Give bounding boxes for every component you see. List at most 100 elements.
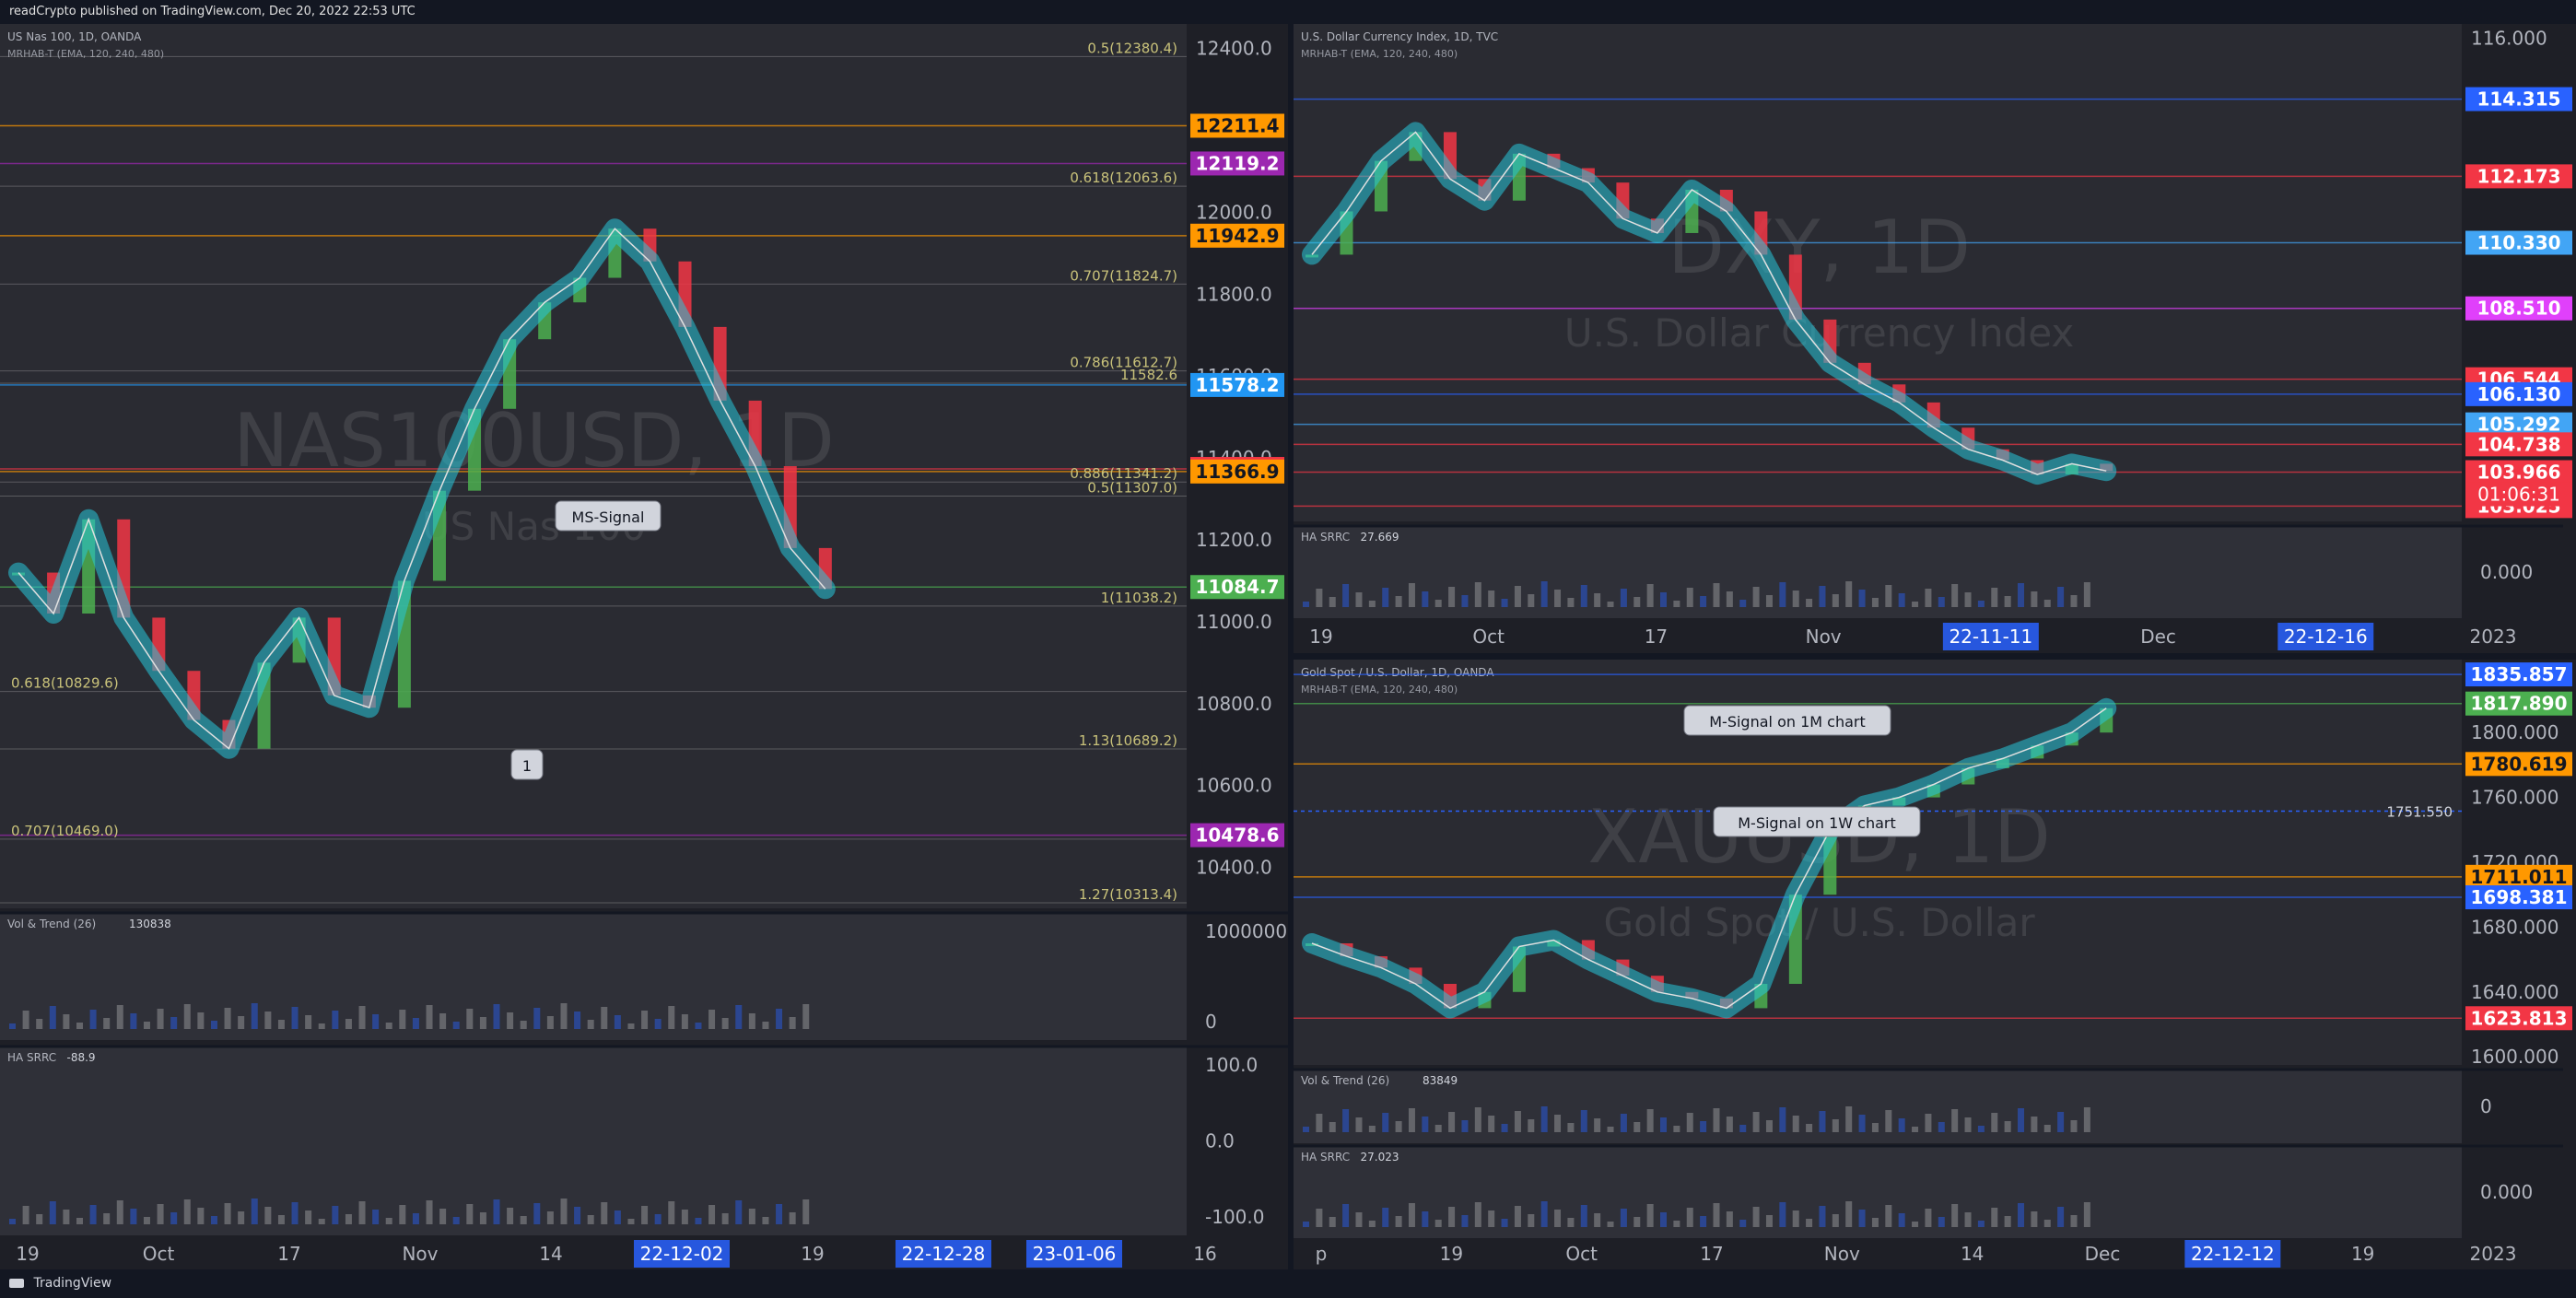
histogram-bar (1912, 1127, 1919, 1132)
price-tag-label: 105.292 (2476, 414, 2560, 436)
histogram-bar (1977, 1221, 1985, 1227)
histogram-bar (1303, 1127, 1309, 1132)
histogram-bar (641, 1011, 649, 1029)
y-tick-label: 1760.000 (2471, 787, 2558, 809)
histogram-bar (1858, 590, 1866, 607)
histogram-bar (345, 1019, 352, 1029)
histogram-bar (681, 1210, 688, 1224)
histogram-bar (776, 1009, 783, 1029)
y-tick-label: 11800.0 (1196, 283, 1272, 305)
histogram-bar (1752, 1207, 1760, 1227)
histogram-bar (1912, 602, 1919, 607)
y-tick-label: 11000.0 (1196, 611, 1272, 633)
histogram-bar (1303, 602, 1309, 607)
histogram-bar (1686, 588, 1693, 607)
histogram-bar (1382, 1208, 1389, 1227)
footer-brand: TradingView (33, 1276, 112, 1291)
histogram-bar (224, 1008, 231, 1029)
histogram-bar (1554, 590, 1562, 607)
histogram-bar (1845, 1201, 1853, 1227)
histogram-bar (1792, 1116, 1799, 1132)
histogram-bar (802, 1199, 810, 1224)
histogram-bar (210, 1021, 217, 1029)
tradingview-logo-icon (9, 1279, 24, 1288)
histogram-bar (332, 1011, 339, 1029)
histogram-bar (2043, 1125, 2051, 1132)
histogram-bar (1567, 1218, 1575, 1227)
histogram-bar (493, 1004, 500, 1029)
histogram-bar (2070, 1215, 2078, 1227)
histogram-bar (614, 1015, 621, 1029)
histogram-bar (2057, 1112, 2065, 1132)
price-tag-label: 1623.813 (2470, 1007, 2567, 1029)
histogram-bar (1792, 1210, 1799, 1227)
symbol-watermark-sub: Gold Spot / U.S. Dollar (1604, 900, 2036, 945)
histogram-bar (36, 1019, 43, 1029)
price-tag-label: 1835.857 (2470, 663, 2567, 685)
histogram-bar (238, 1016, 245, 1029)
indicator-label: MRHAB-T (EMA, 120, 240, 480) (7, 48, 164, 60)
fib-level-label: 1.27(10313.4) (1079, 886, 1177, 903)
histogram-bar (1395, 1216, 1402, 1227)
x-tick-label: 17 (1700, 1243, 1723, 1265)
histogram-bar (1871, 598, 1879, 607)
histogram-bar (2018, 583, 2025, 607)
histogram-bar (1925, 589, 1932, 607)
x-tick-label: p (1316, 1243, 1328, 1265)
histogram-bar (439, 1209, 447, 1224)
histogram-bar (1752, 587, 1760, 607)
sub-panel-name: Vol & Trend (26) (7, 918, 96, 930)
histogram-bar (1660, 1212, 1668, 1227)
histogram-bar (1700, 1121, 1707, 1132)
histogram-bar (1554, 1115, 1562, 1132)
histogram-bar (654, 1019, 662, 1029)
histogram-bar (1925, 1114, 1932, 1132)
histogram-bar (183, 1199, 191, 1224)
histogram-bar (735, 1200, 743, 1224)
histogram-bar (345, 1214, 352, 1224)
histogram-bar (479, 1017, 486, 1029)
histogram-bar (2018, 1108, 2025, 1132)
histogram-bar (1422, 591, 1429, 607)
histogram-bar (1528, 594, 1535, 607)
histogram-bar (1885, 1110, 1892, 1132)
histogram-bar (1925, 1209, 1932, 1227)
histogram-bar (439, 1013, 447, 1029)
price-tag-label: 106.130 (2476, 383, 2560, 405)
histogram-bar (1858, 1115, 1866, 1132)
price-tag-label: 10478.6 (1195, 824, 1279, 847)
y-tick-label: 10400.0 (1196, 857, 1272, 879)
histogram-bar (36, 1214, 43, 1224)
histogram-bar (1501, 599, 1508, 607)
histogram-bar (412, 1018, 419, 1029)
histogram-bar (130, 1013, 137, 1029)
histogram-bar (399, 1010, 406, 1029)
histogram-bar (2043, 1220, 2051, 1227)
histogram-bar (721, 1213, 729, 1224)
histogram-bar (130, 1209, 137, 1224)
price-tag-label: 11366.9 (1195, 461, 1279, 483)
sub-y-tick-label: 0.000 (2480, 561, 2533, 583)
histogram-bar (277, 1215, 285, 1224)
panel-nas100usd: NAS100USD, 1DUS Nas 100US Nas 100, 1D, O… (0, 24, 1288, 1269)
histogram-bar (601, 1007, 608, 1029)
histogram-bar (1540, 1106, 1548, 1132)
x-tick-label: 23-01-06 (1033, 1243, 1117, 1265)
price-tag-label: 1698.381 (2470, 886, 2567, 908)
histogram-bar (251, 1199, 258, 1224)
histogram-bar (654, 1214, 662, 1224)
histogram-bar (1395, 1121, 1402, 1132)
histogram-bar (2083, 582, 2090, 607)
histogram-bar (627, 1023, 635, 1029)
histogram-bar (520, 1216, 527, 1224)
histogram-bar (479, 1212, 486, 1224)
histogram-bar (197, 1208, 205, 1224)
histogram-bar (1938, 1217, 1945, 1227)
histogram-bar (1765, 595, 1773, 607)
sub-panel (0, 1047, 1187, 1235)
histogram-bar (533, 1008, 541, 1029)
histogram-bar (1633, 597, 1641, 607)
histogram-bar (668, 1006, 675, 1029)
histogram-bar (210, 1216, 217, 1224)
histogram-bar (76, 1023, 83, 1029)
